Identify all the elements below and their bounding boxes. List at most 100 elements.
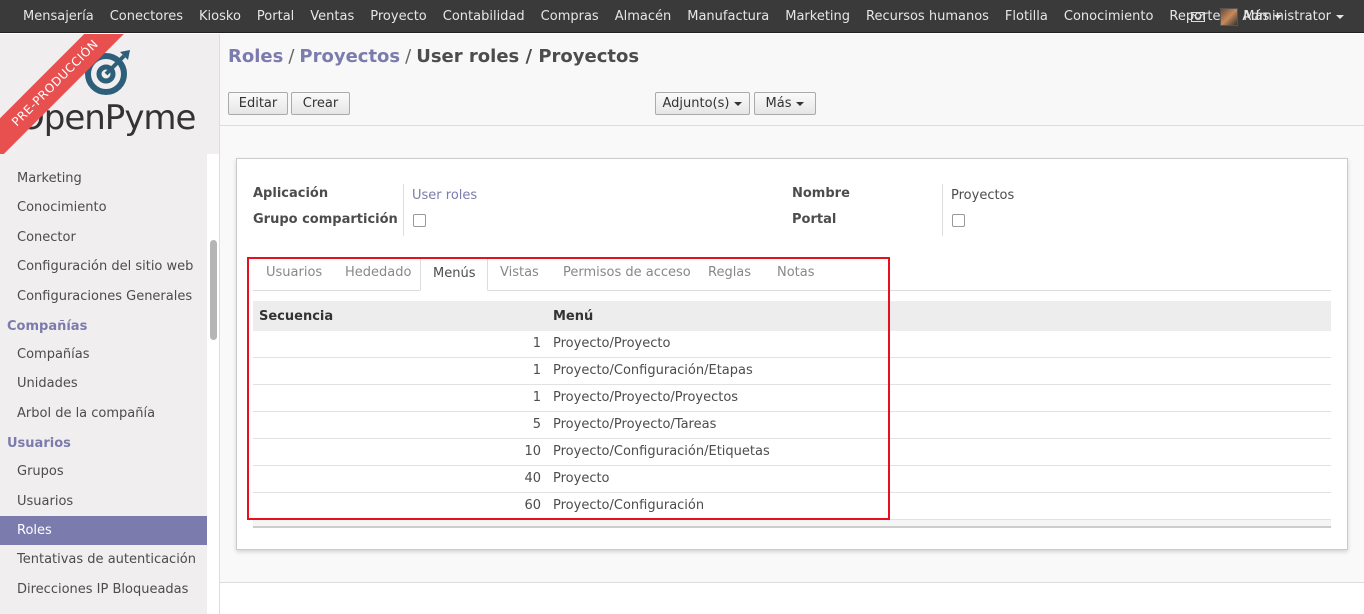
menu-portal[interactable]: Portal: [249, 9, 302, 24]
tab-notas[interactable]: Notas: [765, 257, 827, 291]
menu-marketing[interactable]: Marketing: [777, 9, 858, 24]
sequence-cell: 10: [524, 444, 541, 459]
sidebar-scrollbar[interactable]: [207, 154, 219, 614]
sidebar-item-website-config[interactable]: Configuración del sitio web: [0, 252, 207, 281]
sidebar-item-roles[interactable]: Roles: [0, 515, 207, 546]
logo[interactable]: PRE-PRODUCCIÓN OpenPyme: [0, 34, 219, 154]
sidebar-item-units[interactable]: Unidades: [0, 369, 207, 398]
sidebar: PRE-PRODUCCIÓN OpenPyme Marketing Conoci…: [0, 34, 220, 614]
menu-ventas[interactable]: Ventas: [302, 9, 362, 24]
field-divider: [403, 184, 404, 236]
scrollbar-thumb[interactable]: [210, 240, 217, 340]
menus-table: Secuencia Menú 1 Proyecto/Proyecto 1 Proye…: [253, 301, 1331, 528]
chevron-down-icon: [1336, 14, 1344, 19]
menu-manufactura[interactable]: Manufactura: [679, 9, 777, 24]
menu-kiosko[interactable]: Kiosko: [191, 9, 249, 24]
menu-flotilla[interactable]: Flotilla: [997, 9, 1056, 24]
app-menu: Mensajería Conectores Kiosko Portal Vent…: [15, 0, 1290, 33]
menu-contabilidad[interactable]: Contabilidad: [435, 9, 533, 24]
menu-compras[interactable]: Compras: [533, 9, 607, 24]
menu-cell: Proyecto: [553, 471, 610, 486]
application-label: Aplicación: [253, 186, 329, 201]
user-menu[interactable]: Administrator: [1242, 9, 1344, 24]
top-navbar: Mensajería Conectores Kiosko Portal Vent…: [0, 0, 1364, 33]
table-row[interactable]: 5 Proyecto/Proyecto/Tareas: [253, 412, 1331, 439]
breadcrumb-roles[interactable]: Roles: [228, 46, 283, 67]
sharing-group-label: Grupo compartición: [253, 212, 398, 227]
form-view: Aplicación User roles Grupo compartición…: [220, 126, 1364, 614]
name-field[interactable]: Proyectos: [951, 188, 1014, 203]
mail-icon[interactable]: [1191, 11, 1206, 22]
menu-cell: Proyecto/Configuración/Etapas: [553, 363, 753, 378]
tab-reglas[interactable]: Reglas: [696, 257, 763, 291]
more-label: Más: [765, 96, 792, 111]
create-button[interactable]: Crear: [291, 92, 350, 115]
form-footer-area: [220, 582, 1364, 614]
table-row[interactable]: 1 Proyecto/Configuración/Etapas: [253, 358, 1331, 385]
menu-cell: Proyecto/Proyecto/Proyectos: [553, 390, 739, 405]
more-button[interactable]: Más: [754, 92, 816, 115]
sequence-cell: 1: [532, 390, 541, 405]
breadcrumb-separator: /: [288, 46, 295, 67]
sidebar-item-conocimiento[interactable]: Conocimiento: [0, 193, 207, 222]
tab-menus[interactable]: Menús: [420, 257, 489, 291]
sidebar-nav: Marketing Conocimiento Conector Configur…: [0, 164, 207, 604]
table-row[interactable]: 60 Proyecto/Configuración: [253, 493, 1331, 520]
menu-cell: Proyecto/Configuración/Etiquetas: [553, 444, 770, 459]
sequence-cell: 60: [524, 498, 541, 513]
table-row[interactable]: 10 Proyecto/Configuración/Etiquetas: [253, 439, 1331, 466]
menu-proyecto[interactable]: Proyecto: [362, 9, 435, 24]
sidebar-item-marketing[interactable]: Marketing: [0, 164, 207, 193]
tab-vistas[interactable]: Vistas: [488, 257, 551, 291]
menu-cell: Proyecto/Proyecto: [553, 336, 671, 351]
sidebar-item-conector[interactable]: Conector: [0, 223, 207, 252]
tab-access-rights[interactable]: Permisos de acceso: [551, 257, 703, 291]
column-header-menu[interactable]: Menú: [553, 309, 593, 324]
table-row[interactable]: 1 Proyecto/Proyecto: [253, 331, 1331, 358]
sidebar-section-companies: Compañías: [7, 318, 88, 334]
table-header: Secuencia Menú: [253, 301, 1331, 331]
chevron-down-icon: [796, 101, 805, 106]
menu-conectores[interactable]: Conectores: [102, 9, 191, 24]
menu-mensajeria[interactable]: Mensajería: [15, 9, 102, 24]
control-panel: Roles / Proyectos / User roles / Proyectos E…: [220, 34, 1364, 126]
menu-conocimiento[interactable]: Conocimiento: [1056, 9, 1162, 24]
sidebar-item-users[interactable]: Usuarios: [0, 487, 207, 516]
attachments-button[interactable]: Adjunto(s): [655, 92, 750, 115]
page-title: User roles / Proyectos: [416, 46, 640, 67]
table-row[interactable]: 40 Proyecto: [253, 466, 1331, 493]
sidebar-item-groups[interactable]: Grupos: [0, 457, 207, 486]
name-label: Nombre: [792, 186, 850, 201]
sharing-group-checkbox[interactable]: [413, 214, 426, 227]
tab-hededado[interactable]: Hededado: [333, 257, 423, 291]
field-divider: [942, 184, 943, 236]
application-field[interactable]: User roles: [412, 188, 477, 203]
sidebar-item-auth-attempts[interactable]: Tentativas de autenticación: [0, 545, 207, 574]
column-header-sequence[interactable]: Secuencia: [259, 309, 333, 324]
breadcrumb-separator: /: [405, 46, 412, 67]
notebook-tabs: Usuarios Hededado Menús Vistas Permisos …: [253, 257, 1331, 291]
menu-recursos-humanos[interactable]: Recursos humanos: [858, 9, 997, 24]
avatar[interactable]: [1220, 7, 1239, 26]
sequence-cell: 40: [524, 471, 541, 486]
sequence-cell: 1: [532, 363, 541, 378]
attachments-label: Adjunto(s): [662, 96, 730, 111]
sidebar-section-users: Usuarios: [7, 436, 71, 452]
table-footer: [253, 520, 1331, 528]
sequence-cell: 1: [532, 336, 541, 351]
form-sheet: Aplicación User roles Grupo compartición…: [236, 158, 1348, 550]
edit-button[interactable]: Editar: [228, 92, 288, 115]
tab-usuarios[interactable]: Usuarios: [254, 257, 334, 291]
menu-cell: Proyecto/Configuración: [553, 498, 705, 513]
portal-checkbox[interactable]: [952, 214, 965, 227]
sidebar-item-company-tree[interactable]: Arbol de la compañía: [0, 399, 207, 428]
sidebar-item-blocked-ips[interactable]: Direcciones IP Bloqueadas: [0, 575, 207, 604]
menu-almacen[interactable]: Almacén: [607, 9, 680, 24]
portal-label: Portal: [792, 212, 837, 227]
sidebar-item-general-settings[interactable]: Configuraciones Generales: [0, 282, 207, 311]
table-row[interactable]: 1 Proyecto/Proyecto/Proyectos: [253, 385, 1331, 412]
sidebar-item-companies[interactable]: Compañías: [0, 340, 207, 369]
sequence-cell: 5: [532, 417, 541, 432]
breadcrumb-proyectos[interactable]: Proyectos: [299, 46, 400, 67]
chevron-down-icon: [734, 101, 743, 106]
